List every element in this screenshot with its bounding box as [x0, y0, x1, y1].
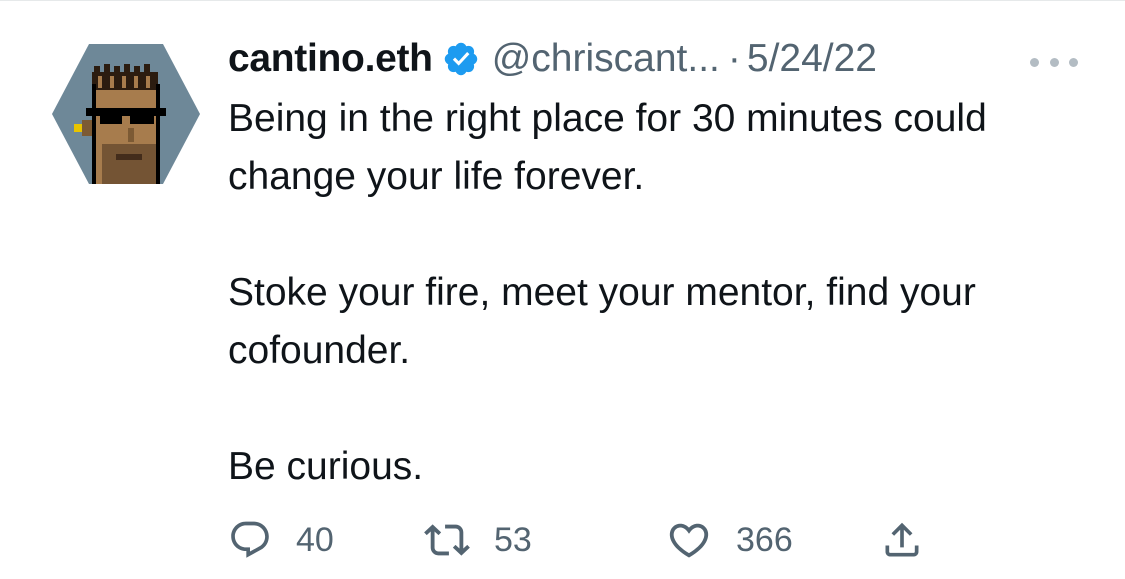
share-icon	[885, 522, 919, 557]
reply-button[interactable]: 40	[228, 512, 334, 568]
retweet-button[interactable]: 53	[424, 512, 532, 568]
author-handle[interactable]: @chriscant...	[492, 37, 720, 81]
more-dot	[1049, 57, 1059, 67]
pixel-punk-avatar-icon[interactable]	[52, 44, 200, 184]
share-button[interactable]	[880, 512, 924, 568]
like-button[interactable]: 366	[666, 512, 793, 568]
retweet-count: 53	[494, 520, 532, 559]
more-options-icon[interactable]	[1030, 50, 1078, 74]
like-count: 366	[736, 520, 793, 559]
heart-icon	[669, 523, 709, 558]
reply-icon	[231, 521, 269, 558]
tweet-text: Being in the right place for 30 minutes …	[228, 90, 1078, 496]
tweet-paragraph: Stoke your fire, meet your mentor, find …	[228, 271, 976, 372]
author-display-name[interactable]: cantino.eth	[228, 37, 433, 81]
verified-badge-icon[interactable]	[442, 40, 480, 78]
retweet-icon	[424, 524, 470, 556]
tweet-header: cantino.eth @chriscant... · 5/24/22	[228, 30, 1078, 88]
tweet-actions: 40 53 366	[228, 512, 948, 568]
tweet-date[interactable]: 5/24/22	[747, 37, 877, 81]
tweet-content: cantino.eth @chriscant... · 5/24/22 Bein…	[228, 30, 1078, 496]
tweet-paragraph: Being in the right place for 30 minutes …	[228, 97, 987, 198]
more-dot	[1069, 57, 1078, 67]
tweet-paragraph: Be curious.	[228, 445, 424, 488]
reply-count: 40	[296, 520, 334, 559]
tweet-card[interactable]: cantino.eth @chriscant... · 5/24/22 Bein…	[0, 0, 1125, 579]
more-dot	[1030, 57, 1039, 67]
header-separator: ·	[727, 37, 741, 80]
